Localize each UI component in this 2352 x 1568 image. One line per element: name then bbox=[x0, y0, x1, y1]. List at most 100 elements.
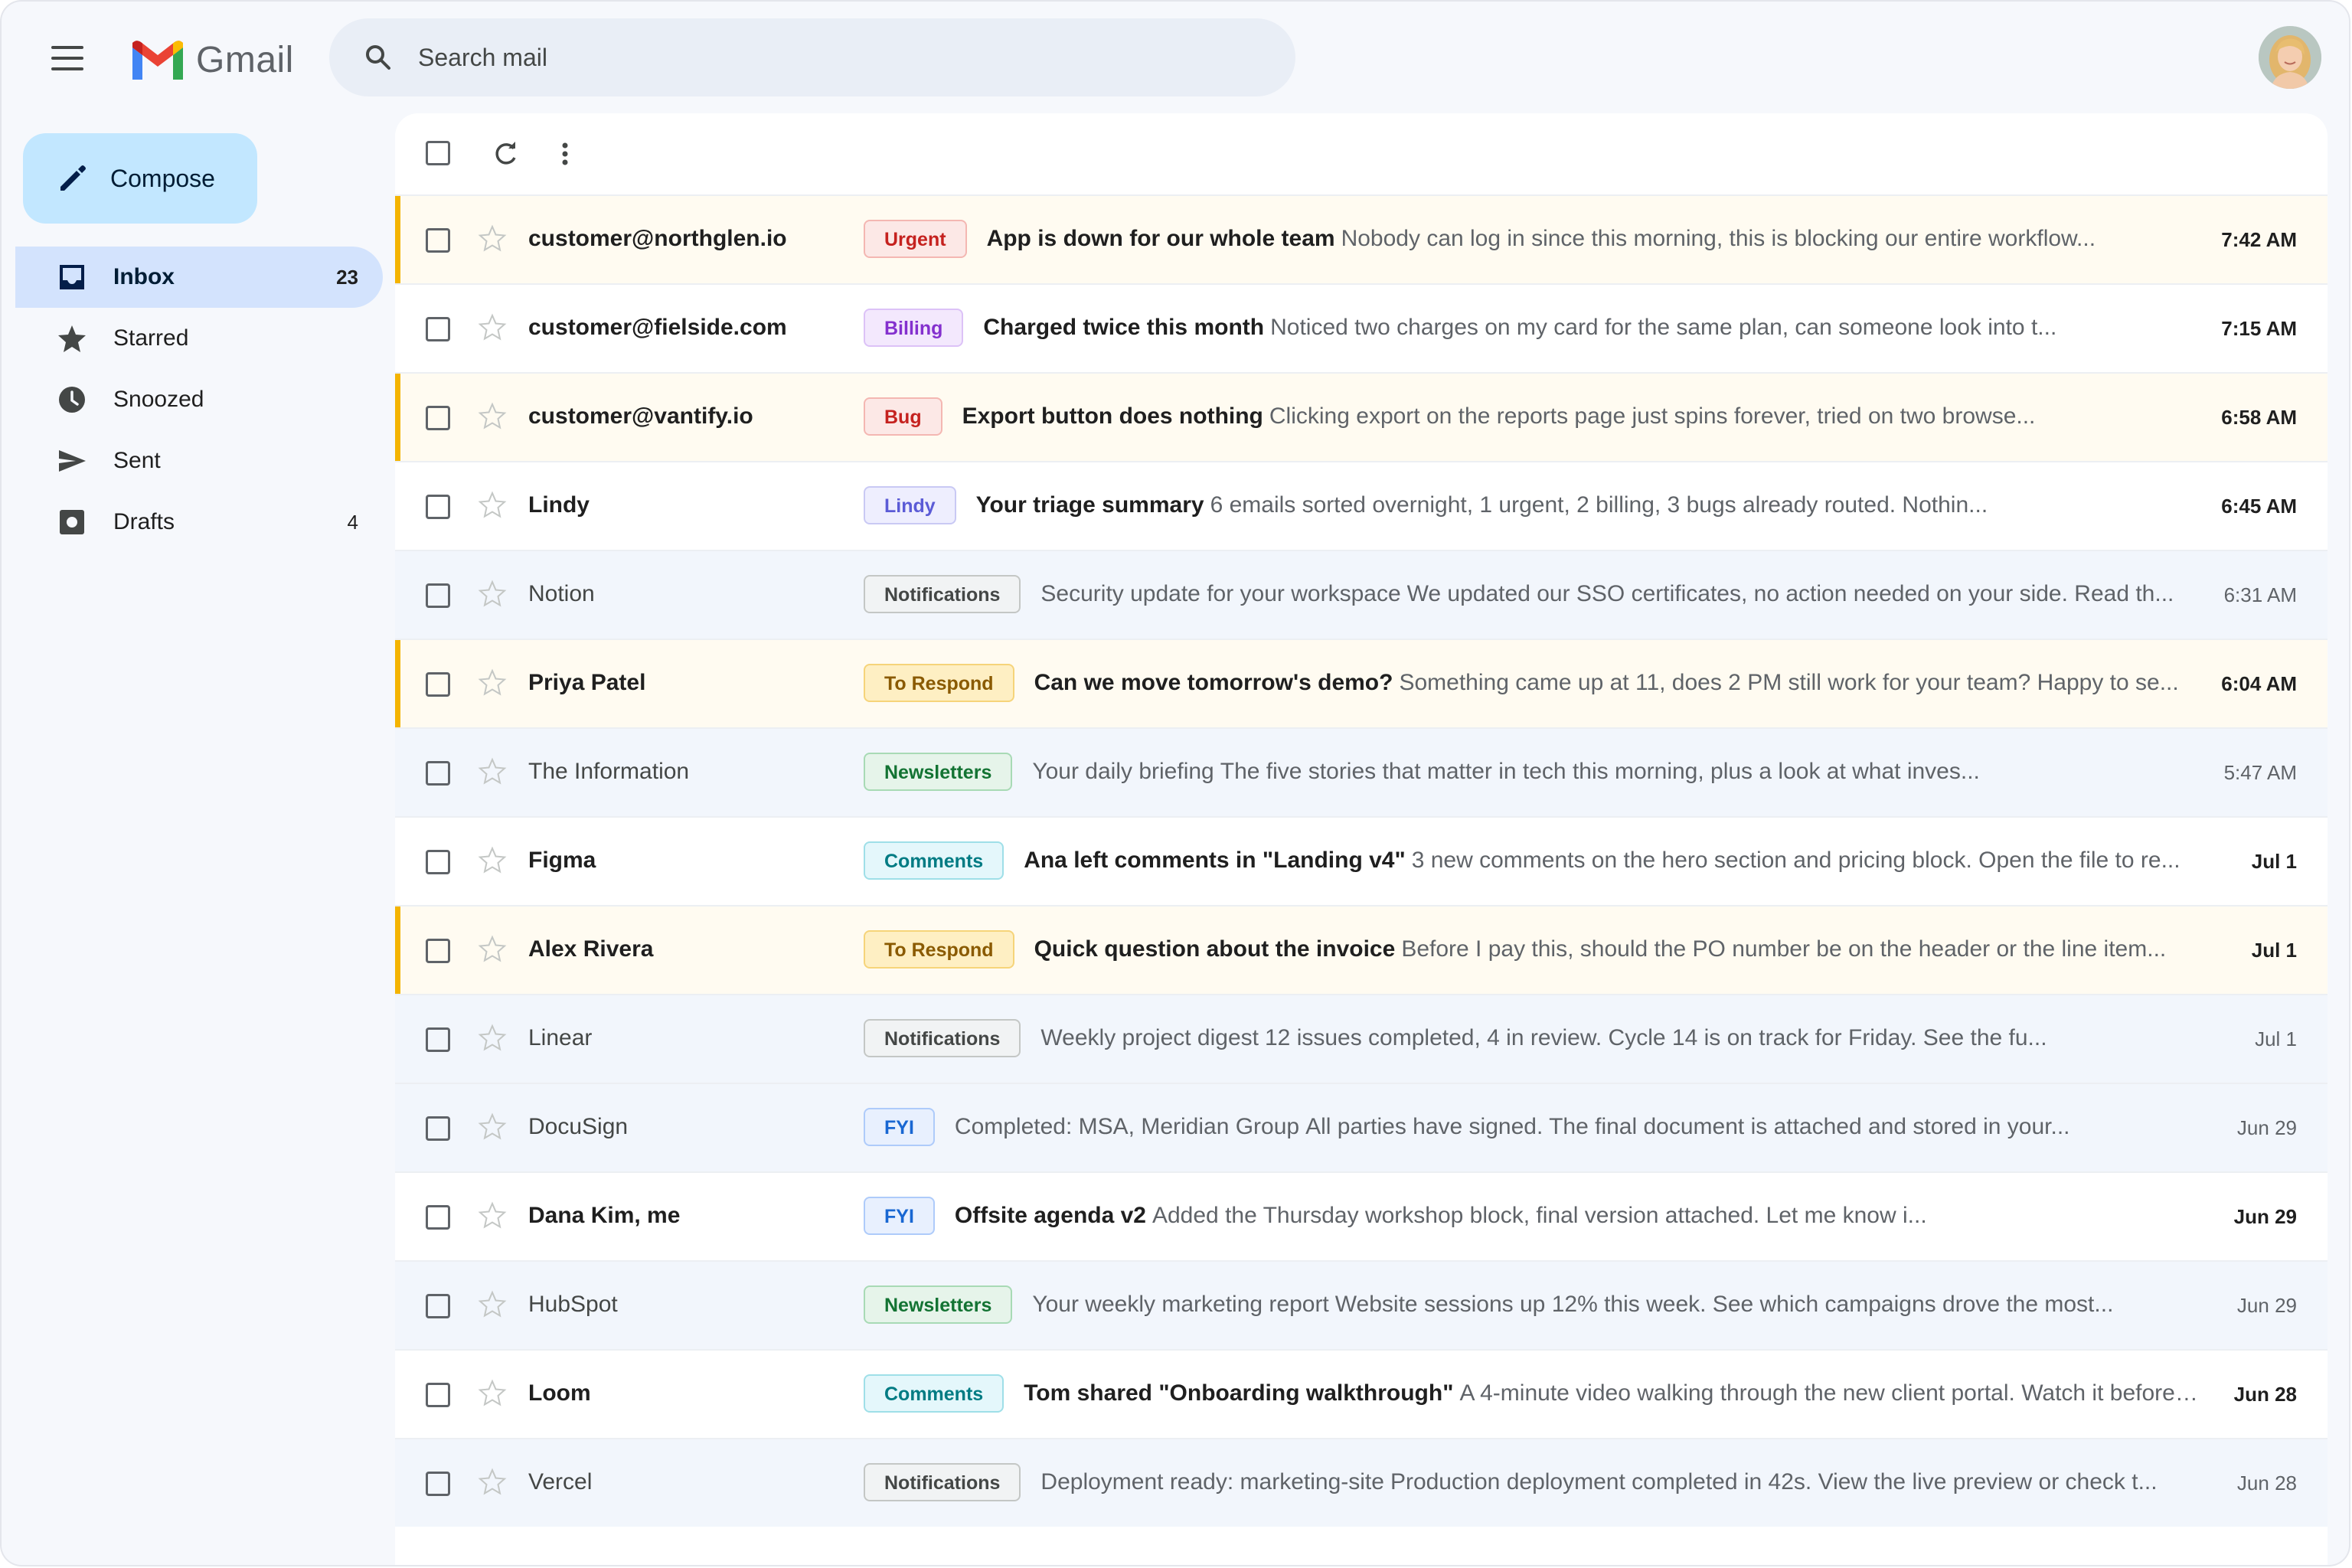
email-row[interactable]: Vercel Notifications Deployment ready: m… bbox=[395, 1438, 2328, 1527]
row-checkbox[interactable] bbox=[426, 406, 450, 430]
row-checkbox[interactable] bbox=[426, 939, 450, 963]
email-row[interactable]: The Information Newsletters Your daily b… bbox=[395, 727, 2328, 816]
email-snippet: Clicking export on the reports page just… bbox=[1269, 403, 2036, 429]
email-list: customer@northglen.io Urgent App is down… bbox=[395, 194, 2328, 1527]
row-checkbox[interactable] bbox=[426, 1205, 450, 1230]
row-checkbox[interactable] bbox=[426, 228, 450, 253]
sidebar-item-sent[interactable]: Sent bbox=[15, 430, 383, 492]
email-row[interactable]: Notion Notifications Security update for… bbox=[395, 550, 2328, 639]
star-toggle-icon[interactable] bbox=[478, 1200, 507, 1230]
star-toggle-icon[interactable] bbox=[478, 1467, 507, 1496]
row-checkbox[interactable] bbox=[426, 1383, 450, 1407]
email-snippet: The five stories that matter in tech thi… bbox=[1220, 759, 1980, 784]
email-row[interactable]: customer@fielside.com Billing Charged tw… bbox=[395, 283, 2328, 372]
email-subject: Tom shared "Onboarding walkthrough" bbox=[1024, 1380, 1454, 1406]
star-toggle-icon[interactable] bbox=[478, 401, 507, 430]
star-toggle-icon[interactable] bbox=[478, 1023, 507, 1052]
star-toggle-icon[interactable] bbox=[478, 312, 507, 341]
row-checkbox[interactable] bbox=[426, 1116, 450, 1141]
clock-icon bbox=[59, 387, 85, 413]
sender-name: Loom bbox=[528, 1380, 591, 1406]
email-content: Comments Ana left comments in "Landing v… bbox=[864, 839, 2199, 882]
sender-name: Priya Patel bbox=[528, 670, 646, 695]
row-checkbox[interactable] bbox=[426, 850, 450, 874]
email-row[interactable]: Alex Rivera To Respond Quick question ab… bbox=[395, 905, 2328, 994]
email-snippet: Production deployment completed in 42s. … bbox=[1390, 1469, 2158, 1494]
email-label-chip[interactable]: Notifications bbox=[864, 1019, 1021, 1057]
email-row[interactable]: Figma Comments Ana left comments in "Lan… bbox=[395, 816, 2328, 905]
star-toggle-icon[interactable] bbox=[478, 1378, 507, 1407]
star-toggle-icon[interactable] bbox=[478, 668, 507, 697]
row-checkbox[interactable] bbox=[426, 1472, 450, 1496]
sender-name: HubSpot bbox=[528, 1292, 618, 1317]
sidebar-item-starred[interactable]: Starred bbox=[15, 308, 383, 369]
sidebar-item-snoozed[interactable]: Snoozed bbox=[15, 369, 383, 430]
star-toggle-icon[interactable] bbox=[478, 934, 507, 963]
email-time: 7:15 AM bbox=[2221, 317, 2297, 340]
search-icon[interactable] bbox=[363, 42, 394, 73]
gmail-logo[interactable]: Gmail bbox=[129, 37, 294, 83]
star-toggle-icon[interactable] bbox=[478, 224, 507, 253]
star-toggle-icon[interactable] bbox=[478, 1289, 507, 1318]
email-snippet: 3 new comments on the hero section and p… bbox=[1411, 848, 2180, 873]
email-row[interactable]: DocuSign FYI Completed: MSA, Meridian Gr… bbox=[395, 1083, 2328, 1171]
row-checkbox[interactable] bbox=[426, 672, 450, 697]
email-content: Billing Charged twice this month Noticed… bbox=[864, 306, 2199, 349]
email-time: 6:58 AM bbox=[2221, 406, 2297, 429]
email-label-chip[interactable]: FYI bbox=[864, 1197, 935, 1235]
email-label-chip[interactable]: Notifications bbox=[864, 575, 1021, 613]
star-toggle-icon[interactable] bbox=[478, 756, 507, 786]
email-row[interactable]: Linear Notifications Weekly project dige… bbox=[395, 994, 2328, 1083]
email-label-chip[interactable]: Comments bbox=[864, 841, 1004, 880]
email-time: 6:31 AM bbox=[2223, 583, 2297, 606]
email-row[interactable]: Lindy Lindy Your triage summary 6 emails… bbox=[395, 461, 2328, 550]
mail-list-panel: customer@northglen.io Urgent App is down… bbox=[395, 113, 2328, 1565]
priority-flag-bar bbox=[395, 196, 400, 283]
email-label-chip[interactable]: Bug bbox=[864, 397, 942, 436]
hamburger-menu-icon[interactable] bbox=[44, 37, 90, 80]
search-input[interactable] bbox=[416, 42, 1185, 73]
email-label-chip[interactable]: Notifications bbox=[864, 1463, 1021, 1501]
gmail-wordmark: Gmail bbox=[196, 39, 294, 80]
sender-name: Notion bbox=[528, 581, 595, 606]
star-toggle-icon[interactable] bbox=[478, 490, 507, 519]
email-content: Lindy Your triage summary 6 emails sorte… bbox=[864, 484, 2199, 527]
email-row[interactable]: Dana Kim, me FYI Offsite agenda v2 Added… bbox=[395, 1171, 2328, 1260]
select-all-checkbox[interactable] bbox=[426, 141, 450, 165]
email-label-chip[interactable]: FYI bbox=[864, 1108, 935, 1146]
row-checkbox[interactable] bbox=[426, 583, 450, 608]
user-avatar[interactable] bbox=[2259, 26, 2321, 89]
search-bar[interactable] bbox=[329, 18, 1295, 96]
email-row[interactable]: Priya Patel To Respond Can we move tomor… bbox=[395, 639, 2328, 727]
email-label-chip[interactable]: Urgent bbox=[864, 220, 967, 258]
row-checkbox[interactable] bbox=[426, 495, 450, 519]
compose-button[interactable]: Compose bbox=[23, 133, 257, 224]
send-icon bbox=[59, 450, 86, 472]
star-toggle-icon[interactable] bbox=[478, 579, 507, 608]
email-row[interactable]: customer@vantify.io Bug Export button do… bbox=[395, 372, 2328, 461]
email-label-chip[interactable]: Newsletters bbox=[864, 753, 1013, 791]
priority-flag-bar bbox=[395, 374, 400, 461]
email-content: Notifications Weekly project digest 12 i… bbox=[864, 1017, 2199, 1060]
refresh-icon[interactable] bbox=[490, 139, 521, 169]
sidebar-item-inbox[interactable]: Inbox 23 bbox=[15, 247, 383, 308]
more-vert-icon[interactable] bbox=[550, 139, 580, 169]
star-toggle-icon[interactable] bbox=[478, 1112, 507, 1141]
email-label-chip[interactable]: Comments bbox=[864, 1374, 1004, 1413]
email-subject: Charged twice this month bbox=[983, 315, 1265, 340]
star-toggle-icon[interactable] bbox=[478, 845, 507, 874]
row-checkbox[interactable] bbox=[426, 761, 450, 786]
email-row[interactable]: Loom Comments Tom shared "Onboarding wal… bbox=[395, 1349, 2328, 1438]
email-label-chip[interactable]: Newsletters bbox=[864, 1285, 1013, 1324]
email-label-chip[interactable]: Lindy bbox=[864, 486, 956, 524]
email-row[interactable]: HubSpot Newsletters Your weekly marketin… bbox=[395, 1260, 2328, 1349]
row-checkbox[interactable] bbox=[426, 1294, 450, 1318]
row-checkbox[interactable] bbox=[426, 317, 450, 341]
email-label-chip[interactable]: To Respond bbox=[864, 930, 1014, 969]
row-checkbox[interactable] bbox=[426, 1027, 450, 1052]
email-snippet: We updated our SSO certificates, no acti… bbox=[1406, 581, 2174, 606]
sidebar-item-drafts[interactable]: Drafts 4 bbox=[15, 492, 383, 553]
email-row[interactable]: customer@northglen.io Urgent App is down… bbox=[395, 194, 2328, 283]
email-label-chip[interactable]: To Respond bbox=[864, 664, 1014, 702]
email-label-chip[interactable]: Billing bbox=[864, 309, 964, 347]
